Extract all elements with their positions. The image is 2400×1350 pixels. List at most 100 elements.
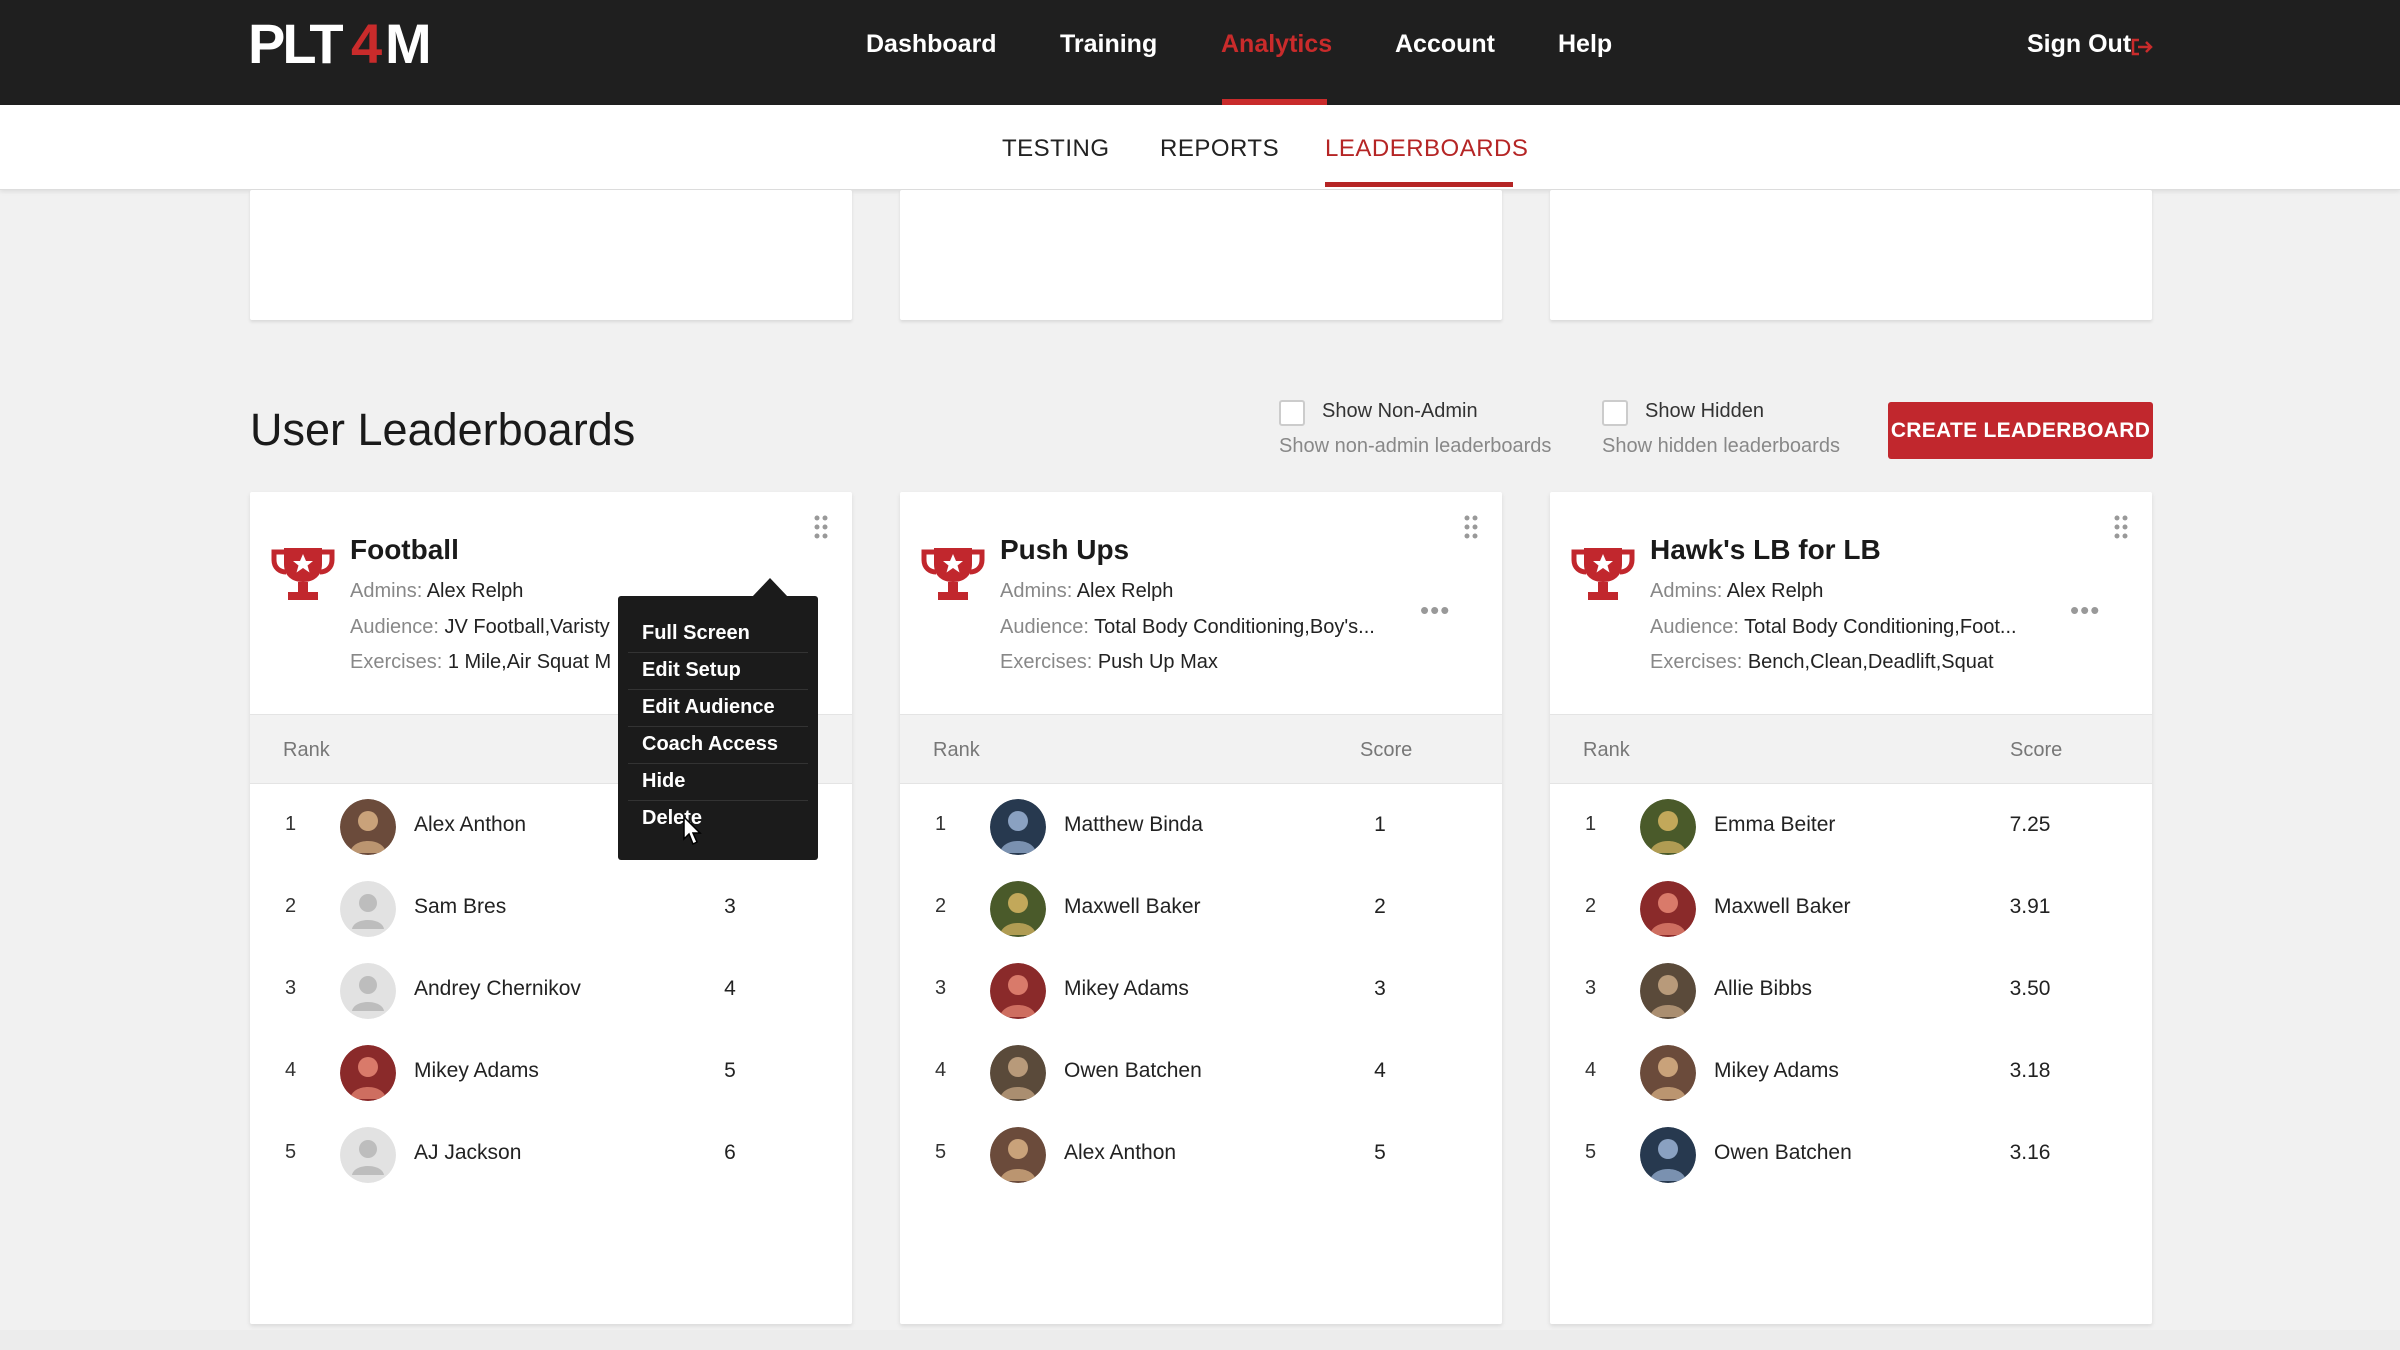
audience-label: Audience: — [1650, 616, 1739, 638]
row-athlete-name[interactable]: Mikey Adams — [1064, 977, 1189, 1001]
leaderboard-audience: Audience: Total Body Conditioning,Boy's.… — [1000, 616, 1375, 639]
leaderboard-row[interactable]: 3 Allie Bibbs 3.50 — [1550, 949, 2152, 1031]
leaderboard-row[interactable]: 2 Sam Bres 3 — [250, 867, 852, 949]
menu-item-coach-access[interactable]: Coach Access — [642, 733, 778, 756]
nav-help[interactable]: Help — [1558, 30, 1612, 105]
rank-header: Rank — [1583, 739, 1630, 761]
admins-value: Alex Relph — [1076, 580, 1174, 602]
drag-handle-icon[interactable] — [2112, 514, 2130, 540]
row-rank: 4 — [935, 1059, 947, 1081]
menu-caret — [752, 578, 788, 597]
more-options-icon[interactable]: ••• — [2070, 595, 2100, 626]
nav-account[interactable]: Account — [1395, 30, 1495, 105]
create-leaderboard-button[interactable]: CREATE LEADERBOARD — [1888, 402, 2153, 459]
row-rank: 1 — [935, 813, 947, 835]
top-navbar: PLT 4 M Dashboard Training Analytics Acc… — [0, 0, 2400, 105]
leaderboard-row[interactable]: 1 Emma Beiter 7.25 — [1550, 785, 2152, 867]
plt4m-logo[interactable]: PLT 4 M — [248, 17, 456, 69]
row-rank: 5 — [285, 1141, 297, 1163]
row-athlete-name[interactable]: Owen Batchen — [1064, 1059, 1202, 1083]
row-athlete-name[interactable]: Mikey Adams — [414, 1059, 539, 1083]
leaderboard-card[interactable]: Hawk's LB for LB Admins: Alex Relph Audien… — [1550, 492, 2152, 1324]
row-athlete-name[interactable]: Owen Batchen — [1714, 1141, 1852, 1165]
menu-item-hide[interactable]: Hide — [642, 770, 685, 793]
drag-handle-icon[interactable] — [1462, 514, 1480, 540]
row-athlete-name[interactable]: Andrey Chernikov — [414, 977, 581, 1001]
leaderboard-row[interactable]: 4 Owen Batchen 4 — [900, 1031, 1502, 1113]
leaderboard-card-partial[interactable] — [1550, 190, 2152, 320]
avatar — [340, 799, 396, 855]
exercises-value: 1 Mile,Air Squat M — [447, 651, 612, 673]
row-rank: 3 — [1585, 977, 1597, 999]
row-rank: 2 — [1585, 895, 1597, 917]
row-rank: 1 — [285, 813, 297, 835]
row-score: 3.16 — [2009, 1141, 2051, 1164]
audience-value: Total Body Conditioning,Foot... — [1744, 616, 2017, 638]
svg-text:PLT: PLT — [248, 17, 343, 69]
leaderboard-title[interactable]: Push Ups — [1000, 534, 1129, 566]
row-score: 3.50 — [2009, 977, 2051, 1000]
leaderboard-row[interactable]: 3 Mikey Adams 3 — [900, 949, 1502, 1031]
leaderboard-admins: Admins: Alex Relph — [1000, 580, 1173, 603]
drag-handle-icon[interactable] — [812, 514, 830, 540]
sign-out-icon[interactable] — [2130, 36, 2154, 58]
leaderboard-row[interactable]: 5 Owen Batchen 3.16 — [1550, 1113, 2152, 1195]
leaderboard-title[interactable]: Football — [350, 534, 459, 566]
more-options-icon[interactable]: ••• — [1420, 595, 1450, 626]
exercises-value: Bench,Clean,Deadlift,Squat — [1747, 651, 1994, 673]
leaderboard-row[interactable]: 3 Andrey Chernikov 4 — [250, 949, 852, 1031]
row-athlete-name[interactable]: Matthew Binda — [1064, 813, 1203, 837]
show-hidden-checkbox[interactable] — [1602, 400, 1628, 426]
row-athlete-name[interactable]: Sam Bres — [414, 895, 506, 919]
leaderboard-row[interactable]: 5 Alex Anthon 5 — [900, 1113, 1502, 1195]
leaderboard-row[interactable]: 5 AJ Jackson 6 — [250, 1113, 852, 1195]
row-athlete-name[interactable]: Allie Bibbs — [1714, 977, 1812, 1001]
show-non-admin-description: Show non-admin leaderboards — [1279, 435, 1552, 457]
leaderboard-row[interactable]: 4 Mikey Adams 3.18 — [1550, 1031, 2152, 1113]
leaderboard-row[interactable]: 4 Mikey Adams 5 — [250, 1031, 852, 1113]
avatar — [990, 1127, 1046, 1183]
exercises-label: Exercises: — [1650, 651, 1743, 673]
leaderboard-card-partial[interactable] — [900, 190, 1502, 320]
row-athlete-name[interactable]: Maxwell Baker — [1064, 895, 1201, 919]
nav-analytics[interactable]: Analytics — [1221, 30, 1332, 105]
leaderboard-card[interactable]: Push Ups Admins: Alex Relph Audience: Tota… — [900, 492, 1502, 1324]
svg-text:M: M — [385, 17, 429, 69]
menu-divider — [628, 689, 808, 690]
show-non-admin-checkbox[interactable] — [1279, 400, 1305, 426]
nav-dashboard[interactable]: Dashboard — [866, 30, 997, 105]
leaderboard-title[interactable]: Hawk's LB for LB — [1650, 534, 1881, 566]
row-athlete-name[interactable]: Mikey Adams — [1714, 1059, 1839, 1083]
tab-reports[interactable]: REPORTS — [1160, 135, 1279, 163]
row-rank: 2 — [935, 895, 947, 917]
tab-testing[interactable]: TESTING — [1002, 135, 1110, 163]
admins-value: Alex Relph — [1726, 580, 1824, 602]
menu-item-edit-setup[interactable]: Edit Setup — [642, 659, 741, 682]
leaderboard-admins: Admins: Alex Relph — [1650, 580, 1823, 603]
row-athlete-name[interactable]: AJ Jackson — [414, 1141, 521, 1165]
row-score: 6 — [724, 1141, 736, 1164]
nav-training[interactable]: Training — [1060, 30, 1157, 105]
leaderboard-row[interactable]: 2 Maxwell Baker 3.91 — [1550, 867, 2152, 949]
row-athlete-name[interactable]: Maxwell Baker — [1714, 895, 1851, 919]
tab-leaderboards[interactable]: LEADERBOARDS — [1325, 135, 1528, 163]
row-rank: 3 — [935, 977, 947, 999]
menu-item-edit-audience[interactable]: Edit Audience — [642, 696, 775, 719]
leaderboard-card-partial[interactable] — [250, 190, 852, 320]
row-score: 2 — [1374, 895, 1386, 918]
show-hidden-label[interactable]: Show Hidden — [1645, 400, 1764, 423]
show-non-admin-label[interactable]: Show Non-Admin — [1322, 400, 1478, 423]
row-score: 3 — [1374, 977, 1386, 1000]
menu-item-full-screen[interactable]: Full Screen — [642, 622, 750, 645]
show-hidden-description: Show hidden leaderboards — [1602, 435, 1840, 457]
menu-divider — [628, 652, 808, 653]
leaderboard-exercises: Exercises: 1 Mile,Air Squat M — [350, 651, 611, 674]
leaderboard-row[interactable]: 1 Matthew Binda 1 — [900, 785, 1502, 867]
sign-out-button[interactable]: Sign Out — [2027, 30, 2131, 59]
avatar-placeholder-icon — [340, 881, 396, 937]
row-athlete-name[interactable]: Alex Anthon — [414, 813, 526, 837]
row-athlete-name[interactable]: Alex Anthon — [1064, 1141, 1176, 1165]
leaderboard-audience: Audience: Total Body Conditioning,Foot..… — [1650, 616, 2017, 639]
row-athlete-name[interactable]: Emma Beiter — [1714, 813, 1835, 837]
leaderboard-row[interactable]: 2 Maxwell Baker 2 — [900, 867, 1502, 949]
